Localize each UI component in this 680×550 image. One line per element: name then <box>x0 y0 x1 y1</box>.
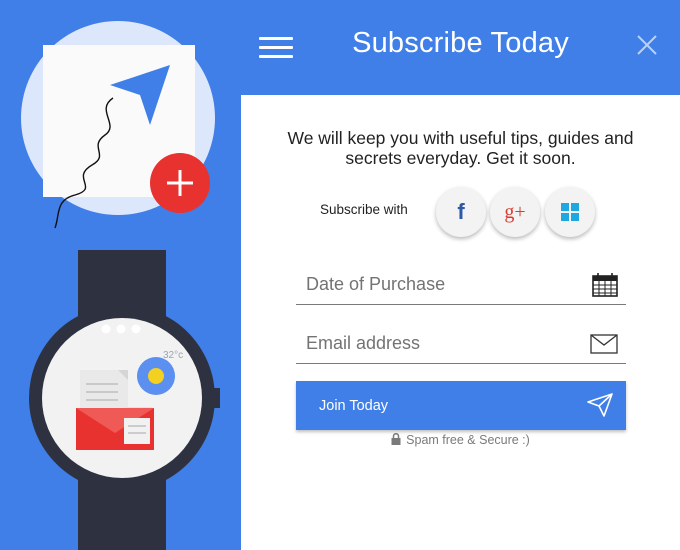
facebook-button[interactable]: f <box>436 187 486 237</box>
lock-icon <box>391 432 401 445</box>
illustration-panel: 32°c <box>0 0 241 550</box>
temperature-label: 32°c <box>163 350 183 361</box>
email-address-input[interactable] <box>296 324 576 362</box>
calendar-icon[interactable] <box>592 273 618 297</box>
subscribe-form: We will keep you with useful tips, guide… <box>241 95 680 550</box>
windows-icon <box>561 203 579 221</box>
google-plus-button[interactable]: g+ <box>490 187 540 237</box>
date-of-purchase-input[interactable] <box>296 265 576 303</box>
illustration-art: 32°c <box>21 21 220 550</box>
intro-text: We will keep you with useful tips, guide… <box>287 128 634 168</box>
dialog-title: Subscribe Today <box>352 27 569 59</box>
date-field <box>296 265 626 305</box>
windows-button[interactable] <box>545 187 595 237</box>
security-note: Spam free & Secure :) <box>241 432 680 447</box>
join-today-label: Join Today <box>319 398 389 414</box>
envelope-icon <box>590 334 618 354</box>
security-note-text: Spam free & Secure :) <box>406 433 530 447</box>
close-icon[interactable] <box>635 33 659 57</box>
join-today-button[interactable]: Join Today <box>296 381 626 430</box>
google-plus-icon: g+ <box>504 200 526 223</box>
send-icon <box>587 393 613 417</box>
facebook-icon: f <box>457 199 465 224</box>
email-field <box>296 324 626 364</box>
dialog-header: Subscribe Today <box>241 0 680 95</box>
social-label: Subscribe with <box>320 202 408 217</box>
